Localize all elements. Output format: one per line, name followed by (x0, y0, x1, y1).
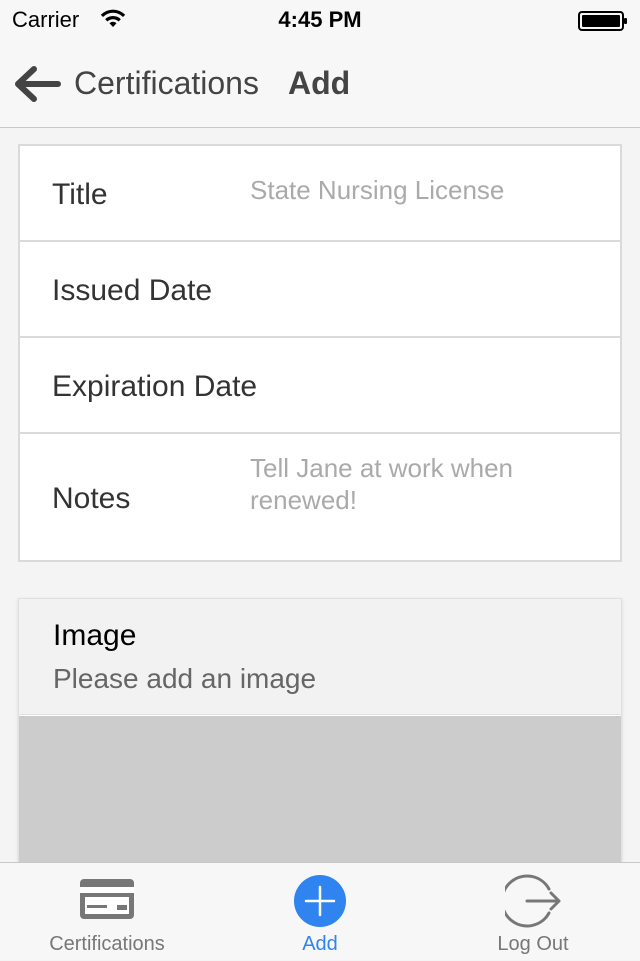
credit-card-icon (80, 879, 134, 919)
battery-icon (578, 11, 627, 31)
title-field[interactable]: State Nursing License (250, 174, 590, 206)
back-arrow-icon (15, 66, 61, 102)
issued-date-label: Issued Date (52, 274, 213, 307)
page-title: Add (288, 65, 351, 101)
image-placeholder[interactable] (19, 716, 621, 879)
form-row-title[interactable]: Title State Nursing License (20, 146, 620, 242)
tab-add[interactable]: Add (213, 863, 427, 961)
navigation-bar: Certifications Add (0, 40, 640, 128)
notes-field[interactable]: Tell Jane at work when renewed! (250, 452, 570, 516)
tab-certifications[interactable]: Certifications (0, 863, 214, 961)
plus-circle-icon (294, 875, 346, 927)
back-button[interactable] (14, 64, 62, 104)
status-time: 4:45 PM (278, 7, 362, 32)
image-subtitle: Please add an image (53, 663, 317, 694)
image-header: Image Please add an image (19, 599, 621, 715)
notes-label: Notes (52, 482, 131, 515)
tab-label-add: Add (302, 933, 338, 955)
image-card: Image Please add an image (18, 598, 622, 879)
status-bar: Carrier 4:45 PM (0, 0, 640, 40)
tab-label-log-out: Log Out (497, 933, 569, 955)
tab-bar: Certifications Add Log Out (0, 862, 640, 960)
logout-icon (505, 874, 561, 928)
expiration-date-label: Expiration Date (52, 370, 258, 403)
form-row-expiration-date[interactable]: Expiration Date (20, 338, 620, 434)
tab-log-out[interactable]: Log Out (426, 863, 640, 961)
nav-back-title[interactable]: Certifications (74, 65, 259, 102)
image-title: Image (53, 619, 137, 652)
form-row-notes[interactable]: Notes Tell Jane at work when renewed! (20, 434, 620, 560)
tab-label-certifications: Certifications (49, 933, 165, 955)
title-label: Title (52, 178, 108, 211)
form-row-issued-date[interactable]: Issued Date (20, 242, 620, 338)
certification-form: Title State Nursing License Issued Date … (18, 144, 622, 562)
